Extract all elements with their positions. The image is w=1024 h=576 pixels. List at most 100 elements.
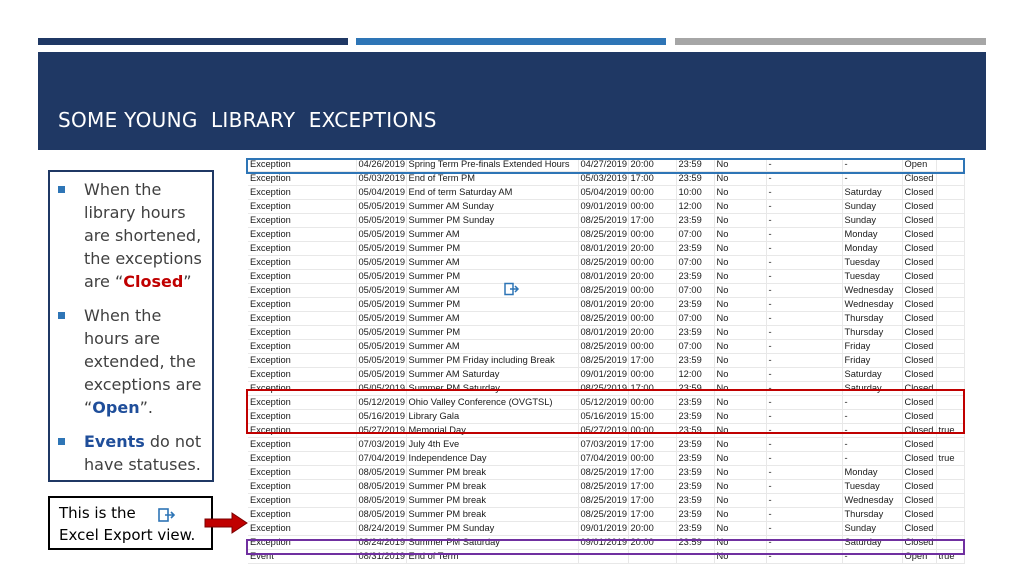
cell-name: Summer PM (406, 241, 579, 257)
cell-status: Closed (902, 507, 937, 523)
cell-name: Summer PM break (406, 465, 579, 481)
cell-weekday: - (842, 171, 903, 187)
cell-all-day: No (714, 213, 767, 229)
cell-weekday: Monday (842, 227, 903, 243)
table-row: Event 08/31/2019 End of Term No - - Open true (248, 549, 965, 565)
cell-end-time: 20:00 (628, 241, 677, 257)
cell-close-time: 23:59 (676, 535, 715, 551)
cell-end-date: 08/25/2019 (578, 479, 629, 495)
table-row: Exception 05/04/2019 End of term Saturday … (248, 185, 965, 201)
cell-end-date: 09/01/2019 (578, 367, 629, 383)
table-row: Exception 05/05/2019 Summer AM 08/25/2019 00… (248, 339, 965, 355)
cell-repeat: - (766, 353, 843, 369)
cell-close-time: 23:59 (676, 451, 715, 467)
cell-end-time: 00:00 (628, 423, 677, 439)
cell-end-date: 09/01/2019 (578, 199, 629, 215)
cell-repeat: - (766, 283, 843, 299)
cell-weekday: Thursday (842, 325, 903, 341)
cell-close-time: 07:00 (676, 339, 715, 355)
cell-name: Summer PM Friday including Break (406, 353, 579, 369)
cell-status: Closed (902, 381, 937, 397)
table-row: Exception 05/27/2019 Memorial Day 05/27/201… (248, 423, 965, 439)
bullet-square-icon (58, 186, 65, 193)
cell-end-date: 08/01/2019 (578, 241, 629, 257)
cell-type: Exception (248, 158, 357, 173)
cell-type: Exception (248, 535, 357, 551)
cell-type: Exception (248, 339, 357, 355)
table-row: Exception 08/05/2019 Summer PM break 08/25/… (248, 507, 965, 523)
cell-weekday: Sunday (842, 213, 903, 229)
cell-all-day: No (714, 185, 767, 201)
cell-holiday-flag: true (936, 423, 965, 439)
cell-close-time: 23:59 (676, 437, 715, 453)
cell-end-time: 00:00 (628, 283, 677, 299)
table-row: Exception 07/03/2019 July 4th Eve 07/03/201… (248, 437, 965, 453)
cell-repeat: - (766, 255, 843, 271)
cell-weekday: Tuesday (842, 479, 903, 495)
cell-end-time: 00:00 (628, 339, 677, 355)
cell-start-date: 07/04/2019 (356, 451, 407, 467)
cell-weekday: Saturday (842, 381, 903, 397)
cell-start-date: 08/05/2019 (356, 465, 407, 481)
cell-end-date: 08/25/2019 (578, 255, 629, 271)
cell-start-date: 05/16/2019 (356, 409, 407, 425)
callout-line-2: Excel Export view. (59, 526, 196, 544)
cell-repeat: - (766, 185, 843, 201)
cell-all-day: No (714, 549, 767, 565)
cell-all-day: No (714, 381, 767, 397)
cell-end-time (628, 549, 677, 565)
cell-all-day: No (714, 409, 767, 425)
cell-weekday: - (842, 409, 903, 425)
cell-status: Closed (902, 437, 937, 453)
cell-end-date: 08/25/2019 (578, 493, 629, 509)
cell-name: Summer PM Saturday (406, 535, 579, 551)
cell-name: End of Term (406, 549, 579, 565)
events-keyword: Events (84, 432, 145, 451)
cell-repeat: - (766, 549, 843, 565)
cell-repeat: - (766, 423, 843, 439)
table-row: Exception 05/05/2019 Summer AM Sunday 09/01… (248, 199, 965, 215)
cell-end-date: 08/25/2019 (578, 339, 629, 355)
cell-name: Independence Day (406, 451, 579, 467)
cell-type: Exception (248, 227, 357, 243)
cell-name: Summer AM (406, 227, 579, 243)
cell-end-date: 08/25/2019 (578, 227, 629, 243)
cell-start-date: 08/31/2019 (356, 549, 407, 565)
cell-status: Closed (902, 255, 937, 271)
cell-close-time: 07:00 (676, 227, 715, 243)
cell-repeat: - (766, 493, 843, 509)
table-row: Exception 07/04/2019 Independence Day 07/04… (248, 451, 965, 467)
cell-repeat: - (766, 227, 843, 243)
cell-status: Closed (902, 465, 937, 481)
cell-weekday: Saturday (842, 535, 903, 551)
table-row: Exception 05/05/2019 Summer PM Saturday 08/… (248, 381, 965, 397)
cell-holiday-flag (936, 185, 965, 201)
cell-end-date: 08/01/2019 (578, 297, 629, 313)
cell-name: Summer PM break (406, 479, 579, 495)
cell-end-date: 08/01/2019 (578, 269, 629, 285)
cell-start-date: 08/24/2019 (356, 521, 407, 537)
cell-all-day: No (714, 255, 767, 271)
cell-start-date: 05/05/2019 (356, 255, 407, 271)
cell-name: Summer PM break (406, 493, 579, 509)
cell-type: Exception (248, 451, 357, 467)
cell-repeat: - (766, 367, 843, 383)
cell-weekday: Wednesday (842, 493, 903, 509)
cell-holiday-flag (936, 465, 965, 481)
cell-weekday: Friday (842, 353, 903, 369)
pointer-arrow-icon (204, 512, 248, 534)
cell-close-time: 23:59 (676, 521, 715, 537)
cell-end-date: 08/01/2019 (578, 325, 629, 341)
cell-repeat: - (766, 465, 843, 481)
cell-holiday-flag (936, 269, 965, 285)
cell-end-date: 07/03/2019 (578, 437, 629, 453)
cell-all-day: No (714, 199, 767, 215)
closed-keyword: Closed (123, 272, 184, 291)
cell-close-time: 23:59 (676, 269, 715, 285)
table-row: Exception 05/05/2019 Summer AM 08/25/2019 00… (248, 227, 965, 243)
cell-all-day: No (714, 465, 767, 481)
cell-start-date: 08/05/2019 (356, 493, 407, 509)
table-row: Exception 08/24/2019 Summer PM Sunday 09/01… (248, 521, 965, 537)
cell-weekday: Thursday (842, 311, 903, 327)
cell-type: Exception (248, 269, 357, 285)
